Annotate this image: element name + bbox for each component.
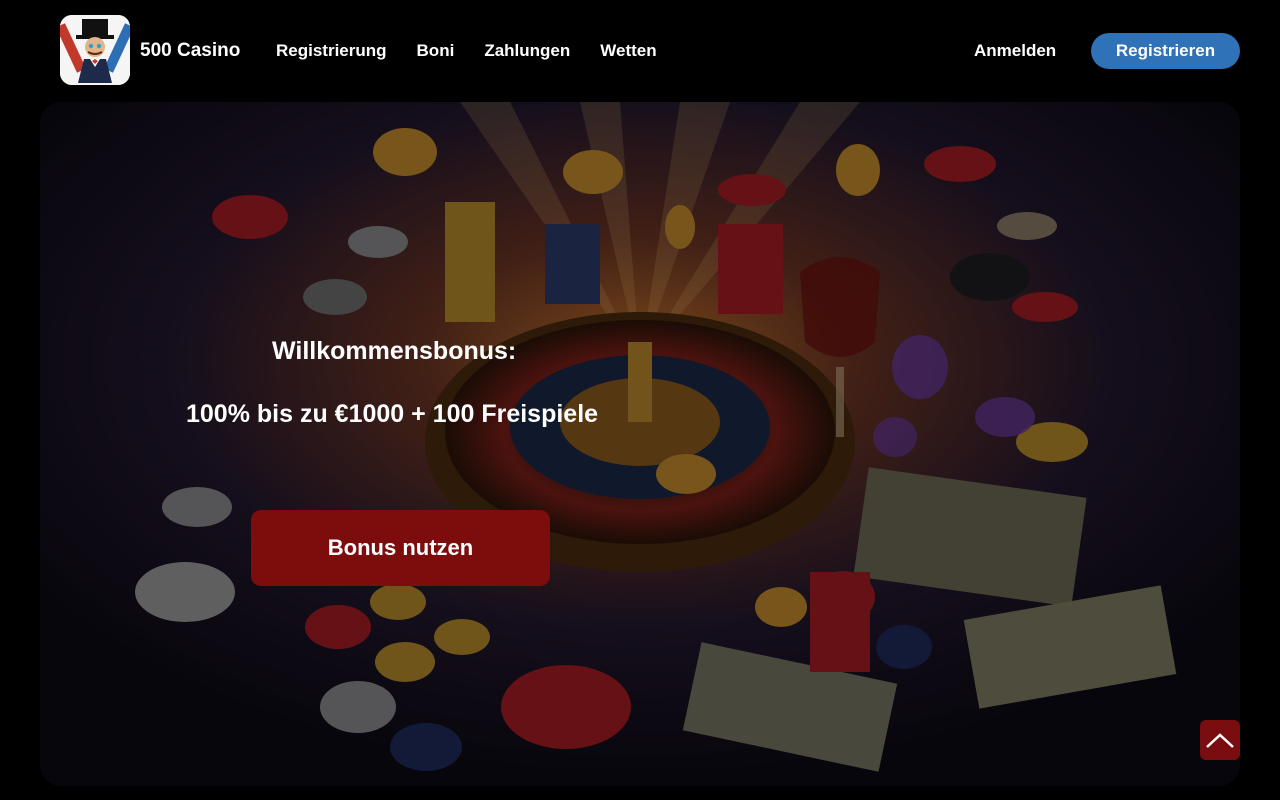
nav-item-registrierung[interactable]: Registrierung — [276, 41, 387, 61]
welcome-bonus-title: Willkommensbonus: — [272, 337, 517, 365]
brand-name[interactable]: 500 Casino — [140, 40, 240, 62]
casino-mascot-logo-icon — [60, 15, 130, 85]
scroll-to-top-button[interactable] — [1200, 720, 1240, 760]
register-button[interactable]: Registrieren — [1091, 33, 1240, 69]
nav-item-zahlungen[interactable]: Zahlungen — [484, 41, 570, 61]
hero-banner: Willkommensbonus: 100% bis zu €1000 + 10… — [40, 102, 1240, 786]
site-header: 500 Casino Registrierung Boni Zahlungen … — [0, 0, 1280, 100]
login-link[interactable]: Anmelden — [974, 41, 1056, 61]
claim-bonus-button[interactable]: Bonus nutzen — [251, 510, 550, 586]
casino-logo[interactable] — [60, 15, 130, 85]
nav-item-boni[interactable]: Boni — [417, 41, 455, 61]
casino-hero-illustration — [40, 102, 1240, 786]
chevron-up-icon — [1206, 733, 1234, 748]
main-nav: Registrierung Boni Zahlungen Wetten — [276, 41, 657, 61]
bonus-offer-text: 100% bis zu €1000 + 100 Freispiele — [186, 400, 599, 428]
nav-item-wetten[interactable]: Wetten — [600, 41, 656, 61]
